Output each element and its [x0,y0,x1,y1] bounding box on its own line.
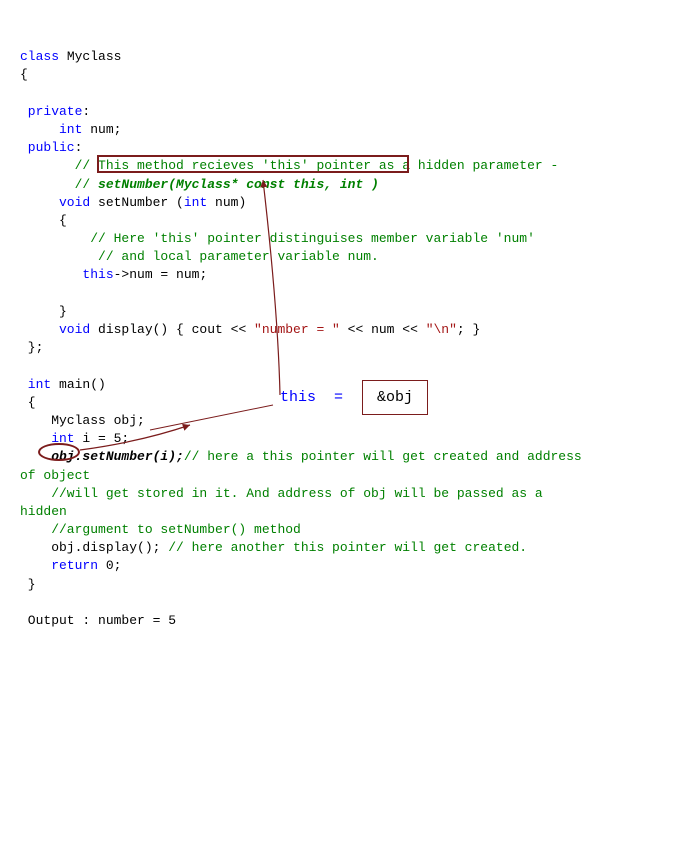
annotation-arrows [20,30,685,590]
call-setnumber: setNumber(i); [82,449,183,464]
comment-6b: hidden [20,504,67,519]
kw-void: void [20,195,90,210]
kw-private: private [20,104,82,119]
stream: << num << [340,322,426,337]
kw-public: public [20,140,75,155]
comment-7: //argument to setNumber() method [20,522,301,537]
comment-5: // here a this pointer will get created … [184,449,582,464]
decl-obj: Myclass obj; [20,413,145,428]
comment-8: // here another this pointer will get cr… [168,540,527,555]
kw-class: class [20,49,59,64]
annotation-box-signature [97,155,409,173]
name-myclass: Myclass [59,49,121,64]
kw-int: int [20,122,82,137]
decl-i: i = 5; [75,431,130,446]
string-label: "number = " [254,322,340,337]
decl-num: num; [82,122,121,137]
annotation-obj-box: &obj [362,380,428,415]
brace: { [20,213,67,228]
comment-2-prefix: // [20,177,98,192]
brace: { [20,395,36,410]
comment-2-body: setNumber(Myclass* const this, int ) [98,177,379,192]
comment-4: // and local parameter variable num. [20,249,379,264]
fn-setnumber: setNumber ( [90,195,184,210]
kw-int: int [20,377,51,392]
code-block: class Myclass { private: int num; public… [20,30,665,830]
semi: ; } [457,322,480,337]
param-num: num) [207,195,246,210]
ret-zero: 0; [98,558,121,573]
brace: { [20,67,28,82]
brace: } [20,304,67,319]
kw-return: return [20,558,98,573]
call-display: obj.display(); [20,540,168,555]
comment-3: // Here 'this' pointer distinguises memb… [20,231,535,246]
kw-int: int [184,195,207,210]
fn-main: main() [51,377,106,392]
brace: } [20,577,36,592]
kw-this: this [20,267,114,282]
kw-void: void [20,322,90,337]
string-nl: "\n" [426,322,457,337]
assign: ->num = num; [114,267,208,282]
output-line: Output : number = 5 [20,613,176,628]
colon: : [75,140,83,155]
class-end: }; [20,340,43,355]
comment-6: //will get stored in it. And address of … [20,486,543,501]
fn-display: display() { cout << [90,322,254,337]
comment-5b: of object [20,468,90,483]
colon: : [82,104,90,119]
annotation-ellipse-obj [38,443,80,461]
annotation-this-label: this = [280,387,343,408]
